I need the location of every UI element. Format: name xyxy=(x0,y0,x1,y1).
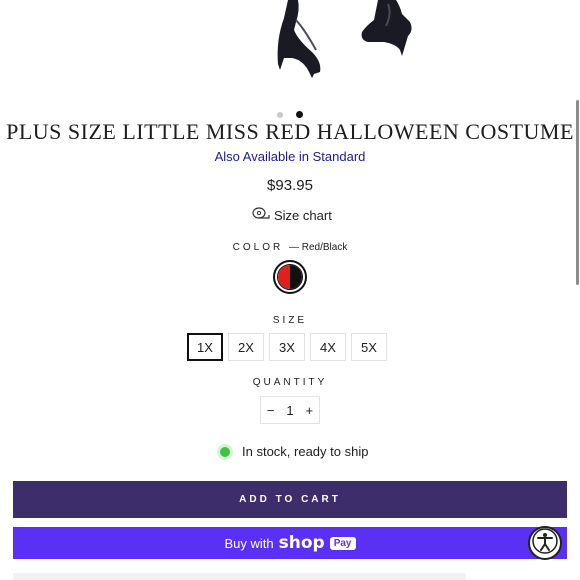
swatch-red-half xyxy=(278,265,290,289)
add-to-cart-button[interactable]: ADD TO CART xyxy=(13,481,567,518)
quantity-input[interactable]: 1 xyxy=(280,403,299,418)
quantity-heading: QUANTITY xyxy=(252,377,328,388)
size-option-2x[interactable]: 2X xyxy=(228,333,264,361)
size-option-4x[interactable]: 4X xyxy=(310,333,346,361)
quantity-increase-button[interactable]: + xyxy=(300,403,319,418)
quantity-decrease-button[interactable]: − xyxy=(261,403,280,418)
swatch-fill xyxy=(277,264,303,290)
product-title: PLUS SIZE LITTLE MISS RED HALLOWEEN COST… xyxy=(6,119,574,144)
pay-badge: Pay xyxy=(329,536,356,550)
standard-size-link[interactable]: Also Available in Standard xyxy=(0,149,580,164)
stock-status-text: In stock, ready to ship xyxy=(242,444,369,459)
page-scrollbar[interactable] xyxy=(576,100,579,285)
shop-logo: shop xyxy=(278,533,325,553)
color-label: COLOR — Red/Black xyxy=(0,242,580,253)
size-chart-link[interactable]: Size chart xyxy=(252,207,332,224)
size-chart-label: Size chart xyxy=(274,208,332,223)
accessibility-icon xyxy=(532,527,558,559)
shop-pay-button[interactable]: Buy with shop Pay xyxy=(13,527,567,559)
accessibility-widget-button[interactable] xyxy=(528,526,562,560)
tape-measure-icon xyxy=(252,207,270,224)
quantity-stepper: − 1 + xyxy=(260,396,320,424)
size-option-5x[interactable]: 5X xyxy=(351,333,387,361)
size-option-1x[interactable]: 1X xyxy=(187,333,223,361)
buy-with-label: Buy with xyxy=(224,535,274,551)
color-selected-value: — Red/Black xyxy=(288,242,348,253)
color-heading: COLOR xyxy=(232,242,284,253)
size-heading: SIZE xyxy=(272,315,308,326)
gallery-dot-active[interactable] xyxy=(295,111,303,119)
swatch-black-half xyxy=(290,265,302,289)
gallery-dot[interactable] xyxy=(277,111,284,118)
next-section-strip xyxy=(13,573,466,580)
stock-status: In stock, ready to ship xyxy=(220,444,368,459)
color-swatch-red-black[interactable] xyxy=(273,260,307,294)
product-price: $93.95 xyxy=(267,177,313,194)
size-option-3x[interactable]: 3X xyxy=(269,333,305,361)
in-stock-dot-icon xyxy=(220,446,230,457)
size-options: 1X 2X 3X 4X 5X xyxy=(187,333,387,361)
product-image[interactable] xyxy=(0,0,580,96)
